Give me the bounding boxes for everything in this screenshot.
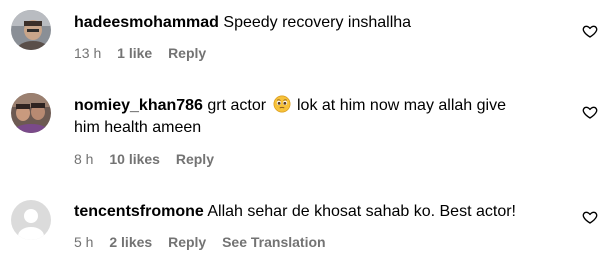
comment-timestamp[interactable]: 13 h (74, 45, 101, 61)
comment-body-part2: lok at him now may allah give (297, 97, 506, 114)
comment-like-count[interactable]: 2 likes (109, 234, 152, 250)
heart-outline-icon[interactable] (582, 209, 598, 225)
comment-text: hadeesmohammad Speedy recovery inshallha (74, 12, 574, 34)
comment-like-count[interactable]: 1 like (117, 45, 152, 61)
default-avatar-graphic (11, 200, 51, 240)
comment-like-count[interactable]: 10 likes (109, 151, 160, 167)
default-avatar-icon[interactable] (11, 200, 51, 240)
comment-timestamp[interactable]: 8 h (74, 151, 93, 167)
comment-body: Allah sehar de khosat sahab ko. Best act… (207, 203, 516, 220)
comment-timestamp[interactable]: 5 h (74, 234, 93, 250)
comment-text: nomiey_khan786 grt actor lok at him now … (74, 95, 574, 117)
comment-username[interactable]: hadeesmohammad (74, 14, 219, 31)
comment-meta: 13 h 1 like Reply (74, 44, 218, 62)
comment-username[interactable]: tencentsfromone (74, 203, 204, 220)
comment-meta: 8 h 10 likes Reply (74, 150, 226, 168)
comment-text: tencentsfromone Allah sehar de khosat sa… (74, 201, 574, 223)
avatar-photo (11, 10, 51, 50)
comment-body-part1: grt actor (207, 97, 267, 114)
avatar[interactable] (11, 93, 51, 133)
heart-outline-icon[interactable] (582, 23, 598, 39)
comment-body: Speedy recovery inshallha (223, 14, 412, 31)
avatar[interactable] (11, 10, 51, 50)
comment-text-line2: him health ameen (74, 117, 574, 139)
heart-outline-icon[interactable] (582, 104, 598, 120)
comment-username[interactable]: nomiey_khan786 (74, 97, 203, 114)
reply-button[interactable]: Reply (168, 234, 206, 250)
avatar-photo (11, 93, 51, 133)
comment-body-part3: him health ameen (74, 119, 202, 136)
see-translation-link[interactable]: See Translation (222, 234, 325, 250)
comment-meta: 5 h 2 likes Reply See Translation (74, 233, 338, 251)
reply-button[interactable]: Reply (168, 45, 206, 61)
pleading-face-emoji (273, 95, 291, 113)
reply-button[interactable]: Reply (176, 151, 214, 167)
